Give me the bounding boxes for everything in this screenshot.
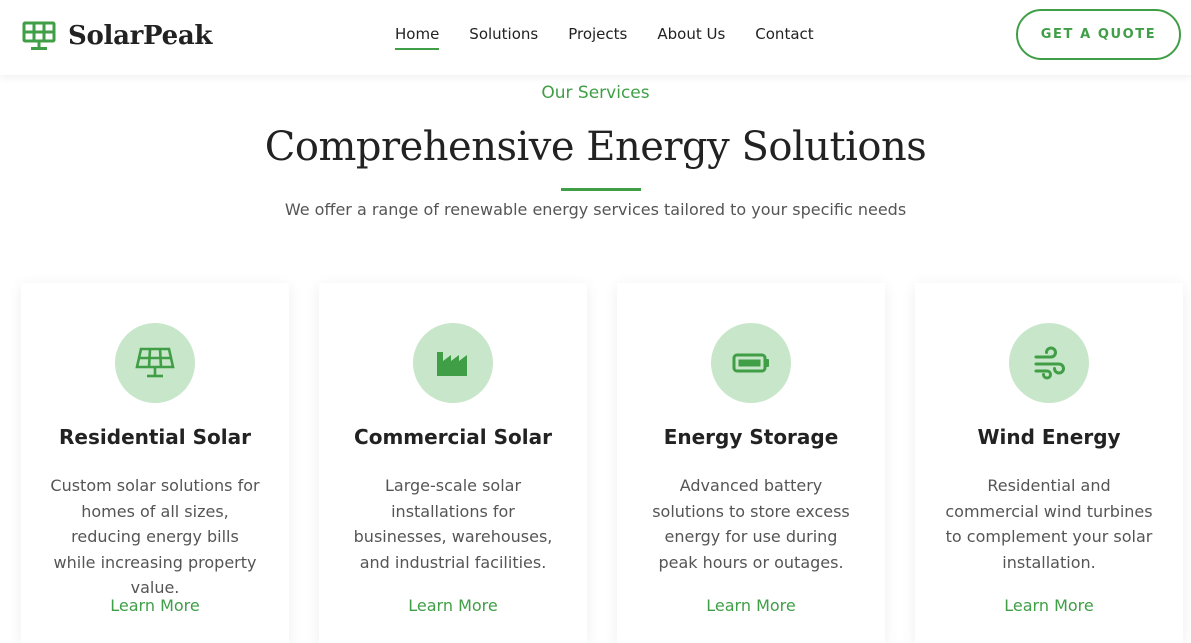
- card-title: Energy Storage: [663, 425, 839, 449]
- card-icon-circle: [115, 323, 195, 403]
- brand-name: SolarPeak: [68, 21, 213, 51]
- service-card-residential-solar: Residential Solar Custom solar solutions…: [21, 283, 289, 643]
- learn-more-link[interactable]: Learn More: [319, 596, 587, 615]
- nav-solutions[interactable]: Solutions: [469, 25, 538, 47]
- service-card-commercial-solar: Commercial Solar Large-scale solar insta…: [319, 283, 587, 643]
- card-icon-circle: [413, 323, 493, 403]
- card-title: Wind Energy: [977, 425, 1121, 449]
- card-icon-circle: [1009, 323, 1089, 403]
- card-title: Residential Solar: [59, 425, 251, 449]
- card-description: Advanced battery solutions to store exce…: [652, 476, 850, 572]
- nav-home[interactable]: Home: [395, 25, 440, 50]
- service-card-wind-energy: Wind Energy Residential and commercial w…: [915, 283, 1183, 643]
- main-nav: Home Solutions Projects About Us Contact: [395, 25, 814, 50]
- solar-panel-icon: [135, 347, 175, 378]
- industry-icon: [437, 352, 467, 376]
- section-subtitle: We offer a range of renewable energy ser…: [284, 200, 907, 219]
- nav-about-us[interactable]: About Us: [657, 25, 725, 47]
- battery-icon: [732, 353, 769, 373]
- card-description: Residential and commercial wind turbines…: [945, 476, 1153, 572]
- wind-icon: [1034, 346, 1065, 380]
- get-a-quote-button[interactable]: GET A QUOTE: [1016, 9, 1181, 60]
- section-eyebrow: Our Services: [541, 83, 650, 103]
- learn-more-link[interactable]: Learn More: [21, 596, 289, 615]
- card-icon-circle: [711, 323, 791, 403]
- service-card-energy-storage: Energy Storage Advanced battery solution…: [617, 283, 885, 643]
- site-header: SolarPeak Home Solutions Projects About …: [0, 0, 1191, 75]
- nav-contact[interactable]: Contact: [755, 25, 813, 47]
- card-title: Commercial Solar: [354, 425, 552, 449]
- solar-panel-icon: [22, 21, 56, 50]
- card-description: Custom solar solutions for homes of all …: [50, 476, 260, 597]
- title-divider: [561, 188, 641, 191]
- learn-more-link[interactable]: Learn More: [915, 596, 1183, 615]
- learn-more-link[interactable]: Learn More: [617, 596, 885, 615]
- services-grid: Residential Solar Custom solar solutions…: [21, 283, 1183, 643]
- section-title: Comprehensive Energy Solutions: [264, 124, 927, 170]
- nav-projects[interactable]: Projects: [568, 25, 627, 47]
- card-description: Large-scale solar installations for busi…: [353, 476, 553, 572]
- logo[interactable]: SolarPeak: [22, 18, 212, 54]
